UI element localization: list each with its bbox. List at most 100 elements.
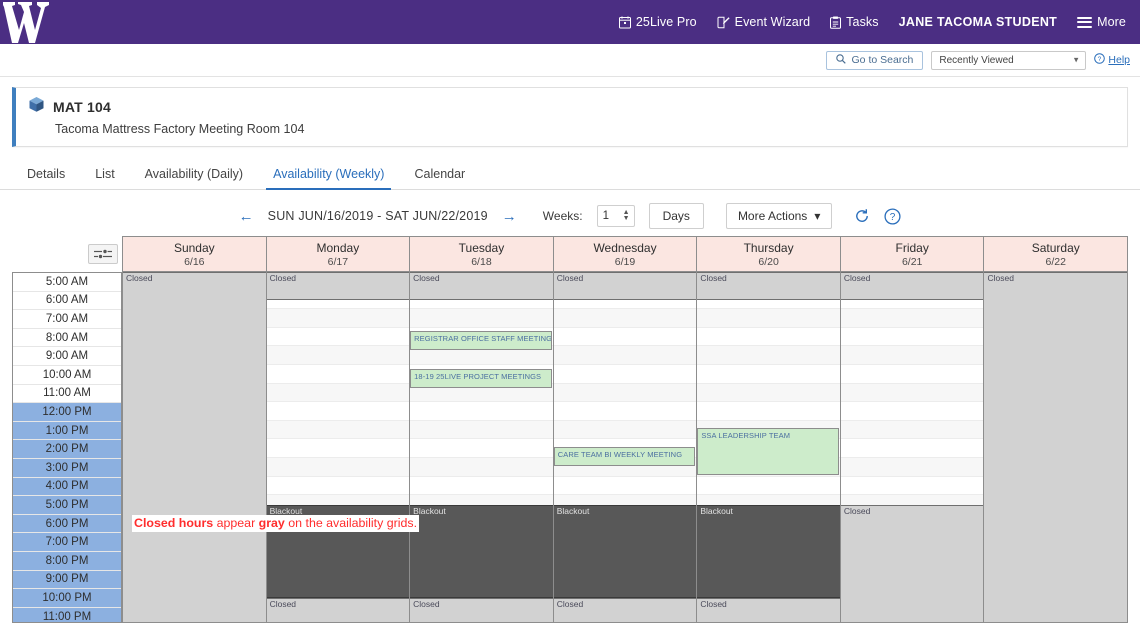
days-button[interactable]: Days xyxy=(648,203,704,229)
hour-slot[interactable] xyxy=(266,402,410,421)
time-row[interactable]: 8:00 AM xyxy=(13,329,121,348)
hour-slot[interactable] xyxy=(553,383,697,403)
sliders-icon[interactable] xyxy=(88,244,118,264)
hour-slot[interactable] xyxy=(840,439,984,458)
calendar-event[interactable]: CARE TEAM BI WEEKLY MEETING xyxy=(553,447,696,466)
tab-list[interactable]: List xyxy=(80,167,129,189)
hour-slot[interactable] xyxy=(840,402,984,421)
hour-slot[interactable] xyxy=(266,439,410,458)
hour-slot[interactable] xyxy=(553,365,697,384)
next-week-arrow-icon[interactable]: → xyxy=(502,209,517,224)
hour-slot[interactable] xyxy=(266,420,410,440)
hour-slot[interactable] xyxy=(410,477,553,496)
hour-slot[interactable] xyxy=(410,458,553,477)
recently-viewed-select[interactable]: Recently Viewed ▾ xyxy=(931,50,1087,70)
block-label: Closed xyxy=(987,273,1014,283)
day-body[interactable]: Closed xyxy=(123,272,266,623)
time-row[interactable]: 3:00 PM xyxy=(13,458,121,478)
time-row[interactable]: 9:00 AM xyxy=(13,347,121,366)
hour-slot[interactable] xyxy=(697,309,840,328)
hour-slot[interactable] xyxy=(553,402,697,421)
time-row[interactable]: 1:00 PM xyxy=(13,421,121,441)
tab-details[interactable]: Details xyxy=(12,167,80,189)
nav-event-wizard[interactable]: Event Wizard xyxy=(717,15,811,29)
time-row[interactable]: 6:00 PM xyxy=(13,514,121,534)
hour-slot[interactable] xyxy=(840,309,984,328)
closed-hours-block: Closed xyxy=(840,272,984,300)
hour-slot[interactable] xyxy=(840,365,984,384)
nav-user-name[interactable]: JANE TACOMA STUDENT xyxy=(899,15,1057,29)
time-row[interactable]: 10:00 PM xyxy=(13,589,121,608)
hour-slot[interactable] xyxy=(266,365,410,384)
time-row[interactable]: 5:00 AM xyxy=(13,273,121,292)
time-row[interactable]: 10:00 AM xyxy=(13,366,121,385)
calendar-event[interactable]: SSA LEADERSHIP TEAM xyxy=(697,428,839,475)
time-row[interactable]: 8:00 PM xyxy=(13,551,121,571)
time-row[interactable]: 2:00 PM xyxy=(13,440,121,459)
time-row[interactable]: 9:00 PM xyxy=(13,570,121,590)
time-row[interactable]: 7:00 PM xyxy=(13,533,121,552)
hour-slot[interactable] xyxy=(840,477,984,496)
hour-slot[interactable] xyxy=(410,309,553,328)
day-body[interactable]: Closed xyxy=(984,272,1128,623)
day-name: Saturday xyxy=(1031,240,1080,255)
hour-slot[interactable] xyxy=(410,439,553,458)
uw-w-logo[interactable] xyxy=(0,0,68,44)
time-row[interactable]: 4:00 PM xyxy=(13,477,121,497)
more-actions-button[interactable]: More Actions ▾ xyxy=(725,203,833,229)
day-header: Sunday 6/16 xyxy=(123,236,266,272)
hour-slot[interactable] xyxy=(840,458,984,477)
hour-slot[interactable] xyxy=(410,402,553,421)
hour-slot[interactable] xyxy=(697,402,840,421)
weeks-stepper[interactable]: 1 ▲ ▼ xyxy=(596,205,635,227)
hour-slot[interactable] xyxy=(553,420,697,440)
day-body[interactable]: Closed Blackout Closed REGISTRAR OFFICE STA… xyxy=(410,272,553,623)
day-body[interactable]: Closed Blackout Closed CARE TEAM BI WEEKLY … xyxy=(553,272,697,623)
time-row[interactable]: 11:00 AM xyxy=(13,385,121,404)
hour-slot[interactable] xyxy=(553,477,697,496)
hour-slot[interactable] xyxy=(697,365,840,384)
hour-slot[interactable] xyxy=(697,328,840,347)
hour-slot[interactable] xyxy=(840,346,984,365)
hour-slot[interactable] xyxy=(266,346,410,365)
time-row[interactable]: 6:00 AM xyxy=(13,292,121,311)
calendar-event[interactable]: 18-19 25LIVE PROJECT MEETINGS xyxy=(410,369,552,388)
time-row[interactable]: 5:00 PM xyxy=(13,496,121,515)
day-column-thursday: Thursday 6/20 Closed Blackout Closed SSA LEAD… xyxy=(697,236,841,623)
time-row[interactable]: 7:00 AM xyxy=(13,310,121,329)
day-body[interactable]: Closed Blackout Closed SSA LEADERSHIP TEAM xyxy=(697,272,840,623)
time-row[interactable]: 12:00 PM xyxy=(13,403,121,422)
hour-slot[interactable] xyxy=(697,383,840,403)
nav-tasks[interactable]: Tasks xyxy=(830,15,879,29)
hour-slot[interactable] xyxy=(697,346,840,365)
time-row[interactable]: 11:00 PM xyxy=(13,607,121,623)
day-date: 6/18 xyxy=(471,255,492,268)
hour-slot[interactable] xyxy=(840,328,984,347)
hour-slot[interactable] xyxy=(553,328,697,347)
tab-availability-daily[interactable]: Availability (Daily) xyxy=(130,167,258,189)
hour-slot[interactable] xyxy=(697,477,840,496)
hour-slot[interactable] xyxy=(266,328,410,347)
go-to-search-button[interactable]: Go to Search xyxy=(825,50,924,70)
hour-slot[interactable] xyxy=(840,420,984,440)
hour-slot[interactable] xyxy=(266,477,410,496)
hour-slot[interactable] xyxy=(266,383,410,403)
hour-slot[interactable] xyxy=(266,309,410,328)
help-link[interactable]: ? Help xyxy=(1094,53,1130,67)
hour-slot[interactable] xyxy=(553,309,697,328)
nav-more[interactable]: More xyxy=(1077,15,1126,29)
day-body[interactable]: Closed Closed xyxy=(840,272,984,623)
hour-slot[interactable] xyxy=(553,346,697,365)
tab-calendar[interactable]: Calendar xyxy=(399,167,480,189)
nav-25live-pro[interactable]: 25Live Pro xyxy=(618,15,697,29)
hour-slot[interactable] xyxy=(410,420,553,440)
prev-week-arrow-icon[interactable]: ← xyxy=(239,209,254,224)
toolbar-help-icon[interactable]: ? xyxy=(884,207,901,225)
hour-slot[interactable] xyxy=(840,383,984,403)
day-body[interactable]: Closed Blackout Closed xyxy=(266,272,410,623)
tab-availability-weekly[interactable]: Availability (Weekly) xyxy=(258,167,399,190)
stepper-arrows-icon[interactable]: ▲ ▼ xyxy=(623,209,630,222)
hour-slot[interactable] xyxy=(266,458,410,477)
calendar-event[interactable]: REGISTRAR OFFICE STAFF MEETING 2018- xyxy=(410,331,552,350)
refresh-icon[interactable] xyxy=(854,208,870,224)
